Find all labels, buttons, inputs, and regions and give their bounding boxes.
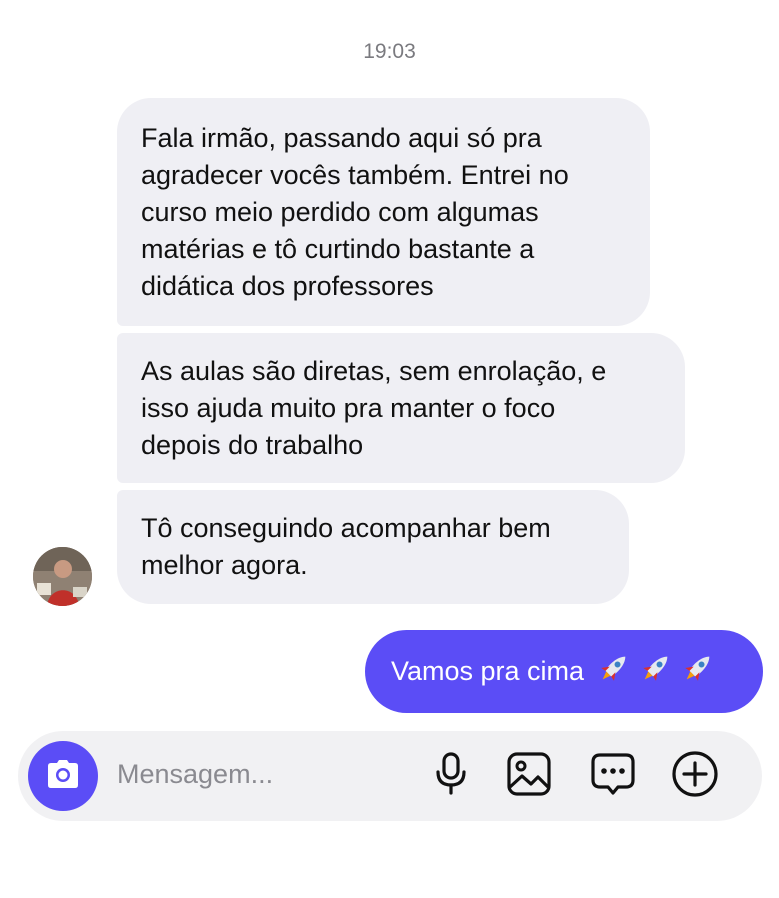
- rocket-icon: [638, 650, 674, 693]
- camera-icon: [46, 759, 80, 794]
- message-timestamp: 19:03: [363, 40, 416, 63]
- camera-button[interactable]: [28, 741, 98, 811]
- message-text: As aulas são diretas, sem enrolação, e i…: [141, 355, 607, 460]
- message-input[interactable]: Mensagem...: [117, 759, 273, 790]
- message-text: Tô conseguindo acompanhar bem melhor ago…: [141, 513, 551, 580]
- outgoing-message[interactable]: Vamos pra cima: [365, 630, 763, 713]
- message-composer: Mensagem...: [18, 731, 762, 821]
- incoming-message[interactable]: As aulas são diretas, sem enrolação, e i…: [117, 333, 685, 483]
- gallery-button[interactable]: [504, 751, 554, 801]
- more-button[interactable]: [670, 750, 720, 803]
- chat-bubble-icon: [590, 751, 636, 802]
- rocket-icon: [596, 650, 632, 693]
- incoming-message[interactable]: Fala irmão, passando aqui só pra agradec…: [117, 98, 650, 326]
- avatar[interactable]: [33, 547, 92, 606]
- microphone-button[interactable]: [426, 751, 476, 801]
- microphone-icon: [433, 751, 469, 801]
- sticker-button[interactable]: [588, 751, 638, 801]
- message-text: Fala irmão, passando aqui só pra agradec…: [141, 122, 569, 301]
- image-icon: [506, 751, 552, 802]
- message-text: Vamos pra cima: [391, 656, 585, 686]
- plus-circle-icon: [671, 750, 719, 803]
- rocket-icon: [680, 650, 716, 693]
- incoming-message[interactable]: Tô conseguindo acompanhar bem melhor ago…: [117, 490, 629, 604]
